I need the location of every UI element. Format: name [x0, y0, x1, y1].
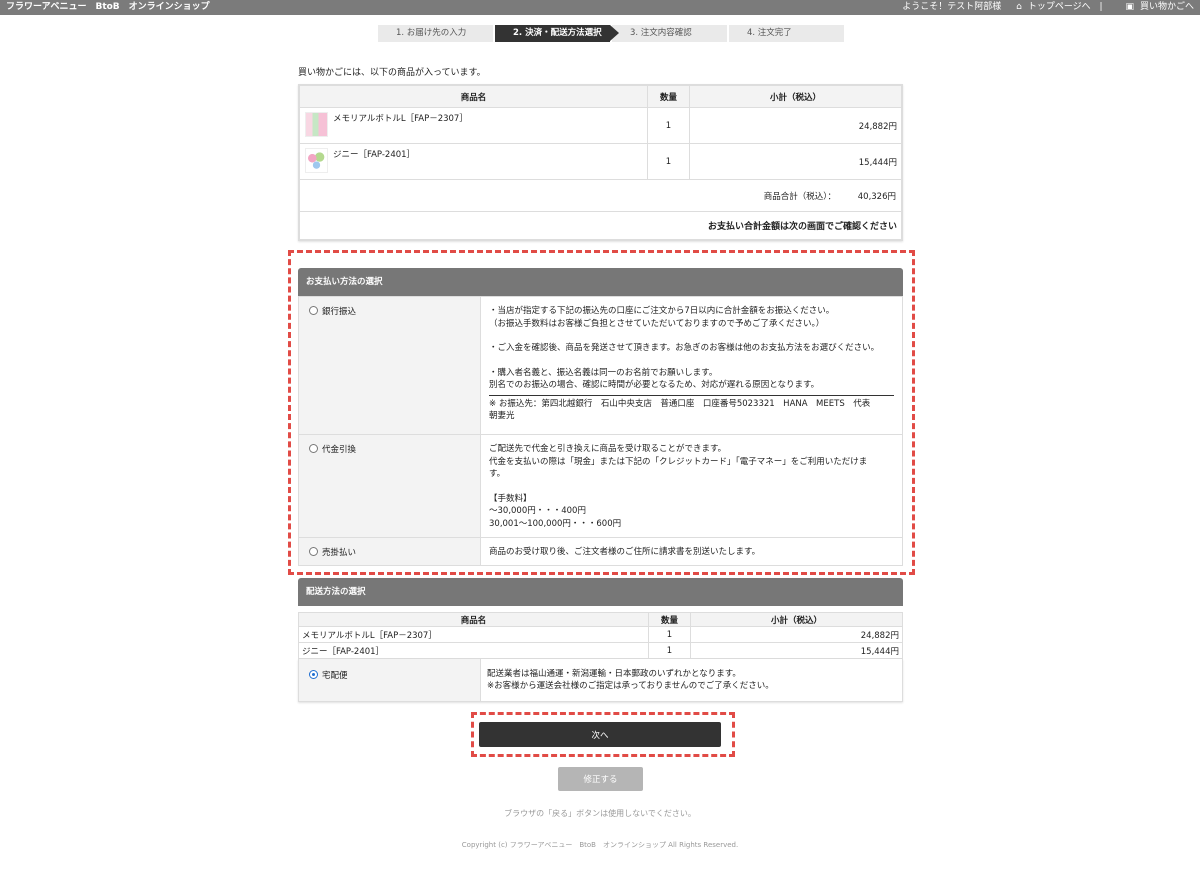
shipping-method-row[interactable]: 宅配便 配送業者は福山通運・新潟運輸・日本郵政のいずれかとなります。 ※お客様か… — [298, 659, 903, 702]
bank-account-info: ※ お振込先：第四北越銀行 石山中央支店 普通口座 口座番号5023321 HA… — [489, 398, 871, 409]
product-thumbnail[interactable] — [305, 112, 328, 137]
payment-option-bank[interactable]: 銀行振込 ・当店が指定する下記の振込先の口座にご注文から7日以内に合計金額をお振… — [299, 297, 902, 434]
table-row: ジニー［FAP-2401］ 1 15,444円 — [299, 143, 902, 180]
copyright: Copyright (c) フラワーアベニュー BtoB オンラインショップ A… — [461, 841, 739, 849]
product-subtotal: 24,882円 — [689, 107, 902, 144]
cod-description: ご配送先で代金と引き換えに商品を受け取ることができます。 代金を支払いの際は「現… — [481, 435, 902, 537]
cart-link[interactable]: ▣ 買い物かごへ — [1119, 2, 1194, 12]
col-quantity: 数量 — [648, 612, 691, 627]
col-product-name: 商品名 — [298, 612, 649, 627]
table-row: ジニー［FAP-2401］ 1 15,444円 — [298, 642, 903, 659]
description-line: す。 — [489, 469, 506, 479]
payment-option-label[interactable]: 売掛払い — [322, 548, 356, 558]
description-line: 配送業者は福山通運・新潟運輸・日本郵政のいずれかとなります。 — [487, 669, 741, 679]
payment-section-title: お支払い方法の選択 — [298, 268, 903, 296]
shipping-method-description: 配送業者は福山通運・新潟運輸・日本郵政のいずれかとなります。 ※お客様から運送会… — [481, 659, 902, 701]
payment-option-label[interactable]: 銀行振込 — [322, 307, 356, 317]
product-qty: 1 — [648, 626, 691, 643]
radio-invoice-payment[interactable] — [309, 547, 318, 556]
product-name: ジニー［FAP-2401］ — [298, 642, 649, 659]
fee-line: 〜30,000円・・・400円 — [489, 506, 586, 516]
home-icon: ⌂ — [1016, 2, 1022, 12]
top-page-link[interactable]: ⌂ トップページへ — [1010, 2, 1091, 12]
table-row: メモリアルボトルL［FAP－2307］ 1 24,882円 — [298, 626, 903, 643]
shipping-items-table: 商品名 数量 小計（税込） メモリアルボトルL［FAP－2307］ 1 24,8… — [298, 612, 903, 659]
shipping-section: 商品名 数量 小計（税込） メモリアルボトルL［FAP－2307］ 1 24,8… — [298, 612, 903, 702]
payment-total-note: お支払い合計金額は次の画面でご確認ください — [299, 211, 902, 240]
cart-intro: 買い物かごには、以下の商品が入っています。 — [298, 68, 486, 78]
description-line: ・当店が指定する下記の振込先の口座にご注文から7日以内に合計金額をお振込ください… — [489, 306, 835, 316]
bank-account-holder: 朝妻光 — [489, 411, 515, 421]
description-line: （お振込手数料はお客様ご負担とさせていただいておりますので予めご了承ください。） — [489, 318, 825, 329]
payment-option-cod[interactable]: 代金引換 ご配送先で代金と引き換えに商品を受け取ることができます。 代金を支払い… — [299, 434, 902, 537]
description-line: 代金を支払いの際は「現金」または下記の「クレジットカード」「電子マネー」をご利用… — [489, 456, 868, 467]
cart-table: 商品名 数量 小計（税込） メモリアルボトルL［FAP－2307］ 1 24,8… — [298, 84, 903, 241]
cart-total-value: 40,326円 — [857, 191, 896, 202]
site-title[interactable]: フラワーアベニュー BtoB オンラインショップ — [6, 0, 210, 15]
top-bar: フラワーアベニュー BtoB オンラインショップ ようこそ！テスト阿部様 ⌂ トッ… — [0, 0, 1200, 15]
shipping-method-label[interactable]: 宅配便 — [322, 671, 348, 681]
product-subtotal: 24,882円 — [690, 626, 903, 643]
cart-icon: ▣ — [1125, 2, 1134, 12]
description-line: ・ご入金を確認後、商品を発送させて頂きます。お急ぎのお客様は他のお支払方法をお選… — [489, 343, 880, 353]
description-line: 商品のお受け取り後、ご注文者様のご住所に請求書を別送いたします。 — [489, 547, 761, 557]
fee-heading: 【手数料】 — [489, 493, 532, 504]
product-qty: 1 — [648, 642, 691, 659]
header-separator: | — [1099, 2, 1103, 12]
payment-option-label[interactable]: 代金引換 — [322, 445, 356, 455]
shipping-section-title: 配送方法の選択 — [298, 578, 903, 606]
description-line: ご配送先で代金と引き換えに商品を受け取ることができます。 — [489, 444, 727, 454]
product-name[interactable]: ジニー［FAP-2401］ — [333, 150, 415, 160]
cart-total: 商品合計（税込）： 40,326円 — [299, 179, 902, 212]
radio-cash-on-delivery[interactable] — [309, 444, 318, 453]
col-subtotal: 小計（税込） — [690, 612, 903, 627]
cart-total-label: 商品合計（税込）： — [763, 191, 836, 202]
description-line: ※お客様から運送会社様のご指定は承っておりませんのでご了承ください。 — [487, 681, 774, 691]
edit-button[interactable]: 修正する — [558, 767, 643, 791]
welcome-text: ようこそ！テスト阿部様 — [902, 2, 1002, 12]
col-quantity: 数量 — [647, 85, 690, 108]
radio-home-delivery[interactable] — [309, 670, 318, 679]
product-name[interactable]: メモリアルボトルL［FAP－2307］ — [333, 114, 468, 124]
step-confirm: 3. 注文内容確認 — [612, 25, 727, 42]
product-name: メモリアルボトルL［FAP－2307］ — [298, 626, 649, 643]
payment-options: 銀行振込 ・当店が指定する下記の振込先の口座にご注文から7日以内に合計金額をお振… — [298, 296, 903, 566]
payment-option-invoice[interactable]: 売掛払い 商品のお受け取り後、ご注文者様のご住所に請求書を別送いたします。 — [299, 537, 902, 565]
product-qty: 1 — [647, 143, 690, 180]
divider — [489, 394, 894, 396]
product-subtotal: 15,444円 — [689, 143, 902, 180]
description-line: 別名でのお振込の場合、確認に時間が必要となるため、対応が遅れる原因となります。 — [489, 380, 820, 390]
product-qty: 1 — [647, 107, 690, 144]
next-button[interactable]: 次へ — [479, 722, 721, 747]
step-payment-shipping: 2. 決済・配送方法選択 — [495, 25, 619, 42]
fee-line: 30,001〜100,000円・・・600円 — [489, 518, 622, 529]
col-subtotal: 小計（税込） — [689, 85, 902, 108]
header-links: ようこそ！テスト阿部様 ⌂ トップページへ | ▣ 買い物かごへ — [896, 0, 1194, 15]
col-product-name: 商品名 — [299, 85, 648, 108]
radio-bank-transfer[interactable] — [309, 306, 318, 315]
back-button-warning: ブラウザの「戻る」ボタンは使用しないでください。 — [504, 809, 696, 818]
product-subtotal: 15,444円 — [690, 642, 903, 659]
checkout-steps: 1. お届け先の入力 2. 決済・配送方法選択 3. 注文内容確認 4. 注文完… — [378, 25, 846, 42]
product-thumbnail[interactable] — [305, 148, 328, 173]
invoice-description: 商品のお受け取り後、ご注文者様のご住所に請求書を別送いたします。 — [481, 538, 902, 565]
bank-transfer-description: ・当店が指定する下記の振込先の口座にご注文から7日以内に合計金額をお振込ください… — [481, 297, 902, 434]
description-line: ・購入者名義と、振込名義は同一のお名前でお願いします。 — [489, 367, 718, 378]
table-row: メモリアルボトルL［FAP－2307］ 1 24,882円 — [299, 107, 902, 144]
step-complete: 4. 注文完了 — [729, 25, 844, 42]
step-address: 1. お届け先の入力 — [378, 25, 493, 42]
